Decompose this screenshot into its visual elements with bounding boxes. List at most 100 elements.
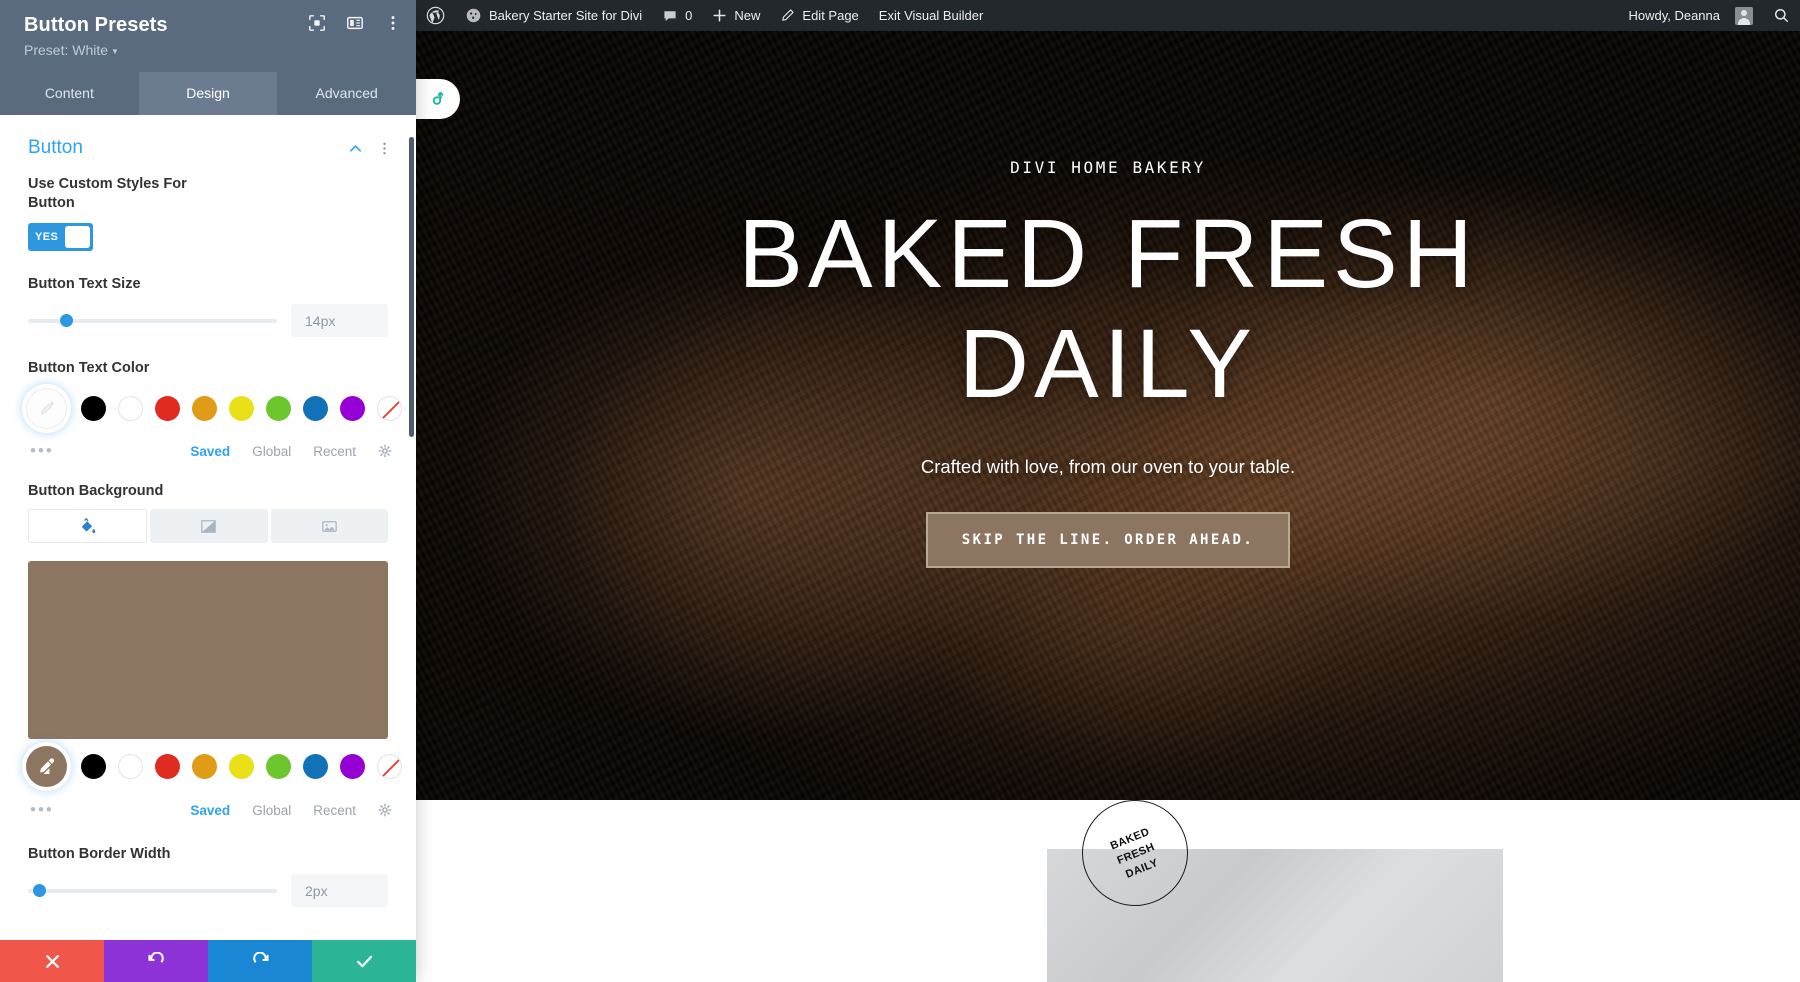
color-swatch[interactable] bbox=[266, 395, 291, 421]
redo-button[interactable] bbox=[208, 940, 312, 982]
more-horizontal-icon[interactable]: ••• bbox=[30, 441, 54, 461]
hero-title-line-1: BAKED FRESH bbox=[738, 199, 1478, 308]
palette-tab-group: Saved Global Recent bbox=[190, 444, 392, 459]
color-swatch[interactable] bbox=[192, 753, 217, 779]
color-swatch[interactable] bbox=[118, 753, 143, 779]
panel-preset-label: Preset: White bbox=[24, 42, 109, 58]
palette-tab-recent[interactable]: Recent bbox=[313, 803, 356, 818]
tab-design[interactable]: Design bbox=[138, 72, 278, 115]
dashboard-icon bbox=[466, 8, 481, 23]
pencil-icon bbox=[782, 9, 795, 21]
color-swatch[interactable] bbox=[303, 395, 328, 421]
chevron-up-icon[interactable] bbox=[348, 141, 363, 156]
image-icon[interactable] bbox=[270, 509, 388, 543]
redo-icon bbox=[252, 951, 269, 963]
new-content-menu[interactable]: New bbox=[702, 0, 770, 31]
admin-bar-right: Howdy, Deanna bbox=[1618, 0, 1800, 31]
focus-target-icon[interactable] bbox=[308, 14, 326, 32]
slider-thumb[interactable] bbox=[60, 314, 74, 327]
panel-scroll-content: Button Use Custom Styles For Button YES … bbox=[0, 115, 416, 907]
site-name-label: Bakery Starter Site for Divi bbox=[489, 8, 643, 23]
palette-tab-saved[interactable]: Saved bbox=[190, 444, 230, 459]
save-button[interactable] bbox=[312, 940, 416, 982]
button-presets-settings-panel: Button Presets Preset: White ▼ Content D… bbox=[0, 0, 417, 982]
hero-section: DIVI HOME BAKERY BAKED FRESH DAILY Craft… bbox=[416, 31, 1800, 800]
visual-builder-toggle-tab[interactable] bbox=[416, 79, 460, 119]
color-swatch[interactable] bbox=[192, 395, 217, 421]
comments-menu[interactable]: 0 bbox=[652, 0, 702, 31]
baked-fresh-daily-badge: BAKED FRESH DAILY bbox=[1082, 800, 1188, 906]
new-label: New bbox=[734, 8, 761, 23]
use-custom-styles-toggle[interactable]: YES bbox=[28, 223, 93, 251]
color-swatch[interactable] bbox=[155, 753, 180, 779]
color-swatch[interactable] bbox=[303, 753, 328, 779]
no-color-icon[interactable] bbox=[377, 753, 402, 779]
close-icon bbox=[45, 954, 59, 968]
eyedropper-icon bbox=[41, 401, 54, 414]
site-name-menu[interactable]: Bakery Starter Site for Divi bbox=[455, 0, 652, 31]
toggle-knob bbox=[65, 226, 90, 248]
solid-fill-icon[interactable] bbox=[28, 509, 148, 543]
palette-tab-global[interactable]: Global bbox=[252, 444, 291, 459]
palette-tab-global[interactable]: Global bbox=[252, 803, 291, 818]
field-label: Button Text Size bbox=[28, 276, 141, 292]
more-horizontal-icon[interactable]: ••• bbox=[30, 800, 54, 820]
button-text-color-palette-tabs: ••• Saved Global Recent bbox=[0, 434, 416, 468]
color-swatch[interactable] bbox=[155, 395, 180, 421]
panel-tabs: Content Design Advanced bbox=[0, 72, 417, 115]
active-color-swatch-background[interactable] bbox=[26, 745, 67, 787]
gear-icon[interactable] bbox=[378, 803, 392, 817]
tab-advanced[interactable]: Advanced bbox=[277, 72, 417, 115]
eyedropper-icon bbox=[40, 757, 55, 774]
button-border-width-value[interactable]: 2px bbox=[291, 874, 388, 907]
palette-tab-saved[interactable]: Saved bbox=[190, 803, 230, 818]
layout-columns-icon[interactable] bbox=[346, 14, 364, 32]
color-swatch[interactable] bbox=[81, 753, 106, 779]
panel-scrollbar[interactable] bbox=[409, 137, 414, 437]
hero-cta-button[interactable]: SKIP THE LINE. ORDER AHEAD. bbox=[925, 512, 1291, 569]
search-button[interactable] bbox=[1763, 0, 1800, 31]
color-swatch[interactable] bbox=[229, 753, 254, 779]
gradient-icon[interactable] bbox=[150, 509, 268, 543]
panel-preset-selector[interactable]: Preset: White ▼ bbox=[24, 41, 398, 62]
palette-tab-group: Saved Global Recent bbox=[190, 803, 392, 818]
palette-tab-recent[interactable]: Recent bbox=[313, 444, 356, 459]
more-vertical-icon[interactable] bbox=[384, 14, 402, 32]
gear-icon[interactable] bbox=[378, 444, 392, 458]
color-swatch[interactable] bbox=[118, 395, 143, 421]
exit-visual-builder-link[interactable]: Exit Visual Builder bbox=[869, 0, 994, 31]
field-label: Button Border Width bbox=[28, 846, 171, 862]
field-use-custom-styles: Use Custom Styles For Button YES bbox=[0, 175, 416, 251]
account-menu[interactable]: Howdy, Deanna bbox=[1618, 0, 1763, 31]
cancel-button[interactable] bbox=[0, 940, 104, 982]
chevron-down-icon: ▼ bbox=[111, 47, 119, 56]
color-swatch[interactable] bbox=[229, 395, 254, 421]
active-color-swatch-text[interactable] bbox=[26, 387, 67, 429]
more-vertical-icon[interactable] bbox=[377, 141, 392, 156]
undo-icon bbox=[147, 951, 164, 963]
button-border-width-slider[interactable] bbox=[28, 884, 277, 897]
color-swatch[interactable] bbox=[81, 395, 106, 421]
edit-page-link[interactable]: Edit Page bbox=[770, 0, 868, 31]
button-border-width-slider-row: 2px bbox=[28, 874, 388, 907]
wordpress-admin-bar: Bakery Starter Site for Divi 0 New Edit … bbox=[416, 0, 1800, 31]
hero-content: DIVI HOME BAKERY BAKED FRESH DAILY Craft… bbox=[416, 31, 1800, 569]
panel-header-icons bbox=[308, 14, 402, 32]
field-label: Use Custom Styles For Button bbox=[28, 176, 187, 211]
lower-section: BAKED FRESH DAILY bbox=[416, 800, 1800, 982]
no-color-icon[interactable] bbox=[377, 395, 402, 421]
color-swatch[interactable] bbox=[266, 753, 291, 779]
button-background-color-preview[interactable] bbox=[28, 561, 388, 739]
undo-button[interactable] bbox=[104, 940, 208, 982]
slider-thumb[interactable] bbox=[32, 884, 46, 897]
color-swatch[interactable] bbox=[340, 395, 365, 421]
hero-title: BAKED FRESH DAILY bbox=[416, 199, 1800, 418]
field-label: Button Text Color bbox=[28, 360, 150, 376]
tab-content[interactable]: Content bbox=[0, 72, 139, 115]
button-text-size-slider[interactable] bbox=[28, 314, 277, 327]
comments-count: 0 bbox=[685, 8, 693, 23]
button-text-size-value[interactable]: 14px bbox=[291, 304, 388, 337]
wordpress-logo-menu[interactable] bbox=[416, 0, 455, 31]
color-swatch[interactable] bbox=[340, 753, 365, 779]
plus-icon bbox=[713, 9, 726, 22]
